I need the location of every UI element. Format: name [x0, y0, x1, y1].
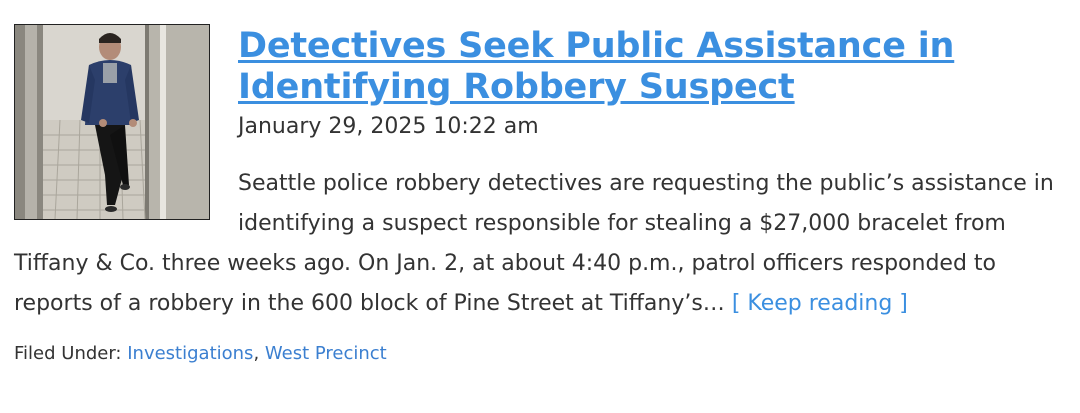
- post-thumbnail[interactable]: [14, 24, 210, 220]
- category-link-investigations[interactable]: Investigations: [127, 343, 253, 364]
- category-link-west-precinct[interactable]: West Precinct: [265, 343, 387, 364]
- suspect-photo-image: [15, 25, 209, 219]
- post-categories: Filed Under: Investigations, West Precin…: [14, 342, 1080, 366]
- filed-under-label: Filed Under:: [14, 343, 122, 364]
- category-separator: ,: [253, 343, 265, 364]
- keep-reading-link[interactable]: [ Keep reading ]: [732, 291, 908, 316]
- post-article: Detectives Seek Public Assistance in Ide…: [0, 0, 1080, 413]
- post-title-link[interactable]: Detectives Seek Public Assistance in Ide…: [238, 26, 954, 107]
